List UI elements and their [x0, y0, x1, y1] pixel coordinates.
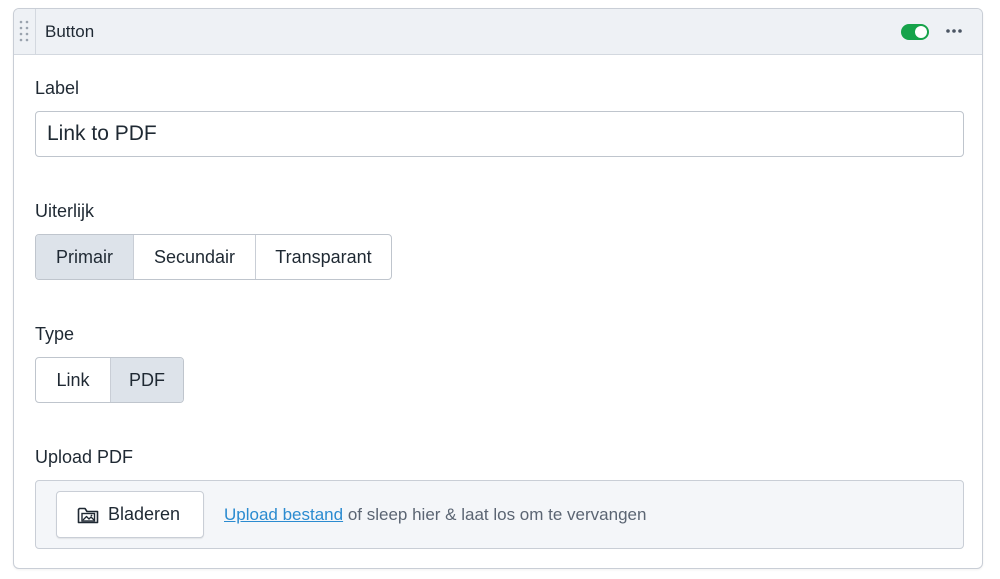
browse-button[interactable]: Bladeren: [56, 491, 204, 538]
browse-button-label: Bladeren: [108, 504, 181, 524]
block-enabled-toggle[interactable]: [901, 24, 929, 40]
upload-dropzone[interactable]: Bladeren Upload bestand of sleep hier & …: [35, 480, 964, 549]
drag-handle-icon[interactable]: [14, 9, 36, 54]
label-input[interactable]: [35, 111, 964, 157]
appearance-field-label: Uiterlijk: [35, 201, 95, 221]
block-title: Button: [45, 22, 95, 41]
appearance-option-primair[interactable]: Primair: [36, 235, 133, 279]
appearance-option-secundair[interactable]: Secundair: [133, 235, 255, 279]
appearance-segmented-control: Primair Secundair Transparant: [35, 234, 392, 280]
upload-instructions: Upload bestand of sleep hier & laat los …: [224, 505, 646, 525]
type-option-pdf[interactable]: PDF: [110, 358, 183, 402]
appearance-option-transparant[interactable]: Transparant: [255, 235, 391, 279]
label-field-label: Label: [35, 78, 80, 98]
type-field-label: Type: [35, 324, 75, 344]
upload-hint: of sleep hier & laat los om te vervangen: [347, 505, 647, 524]
type-option-link[interactable]: Link: [36, 358, 110, 402]
button-block-card: Button Label Uiterlijk Primair Secundair…: [13, 8, 983, 569]
block-header: Button: [14, 9, 982, 55]
type-segmented-control: Link PDF: [35, 357, 184, 403]
upload-file-link[interactable]: Upload bestand: [224, 505, 343, 524]
toggle-knob: [915, 26, 927, 38]
more-icon[interactable]: [945, 28, 963, 34]
folder-image-icon: [77, 507, 99, 523]
upload-field-label: Upload PDF: [35, 447, 134, 467]
